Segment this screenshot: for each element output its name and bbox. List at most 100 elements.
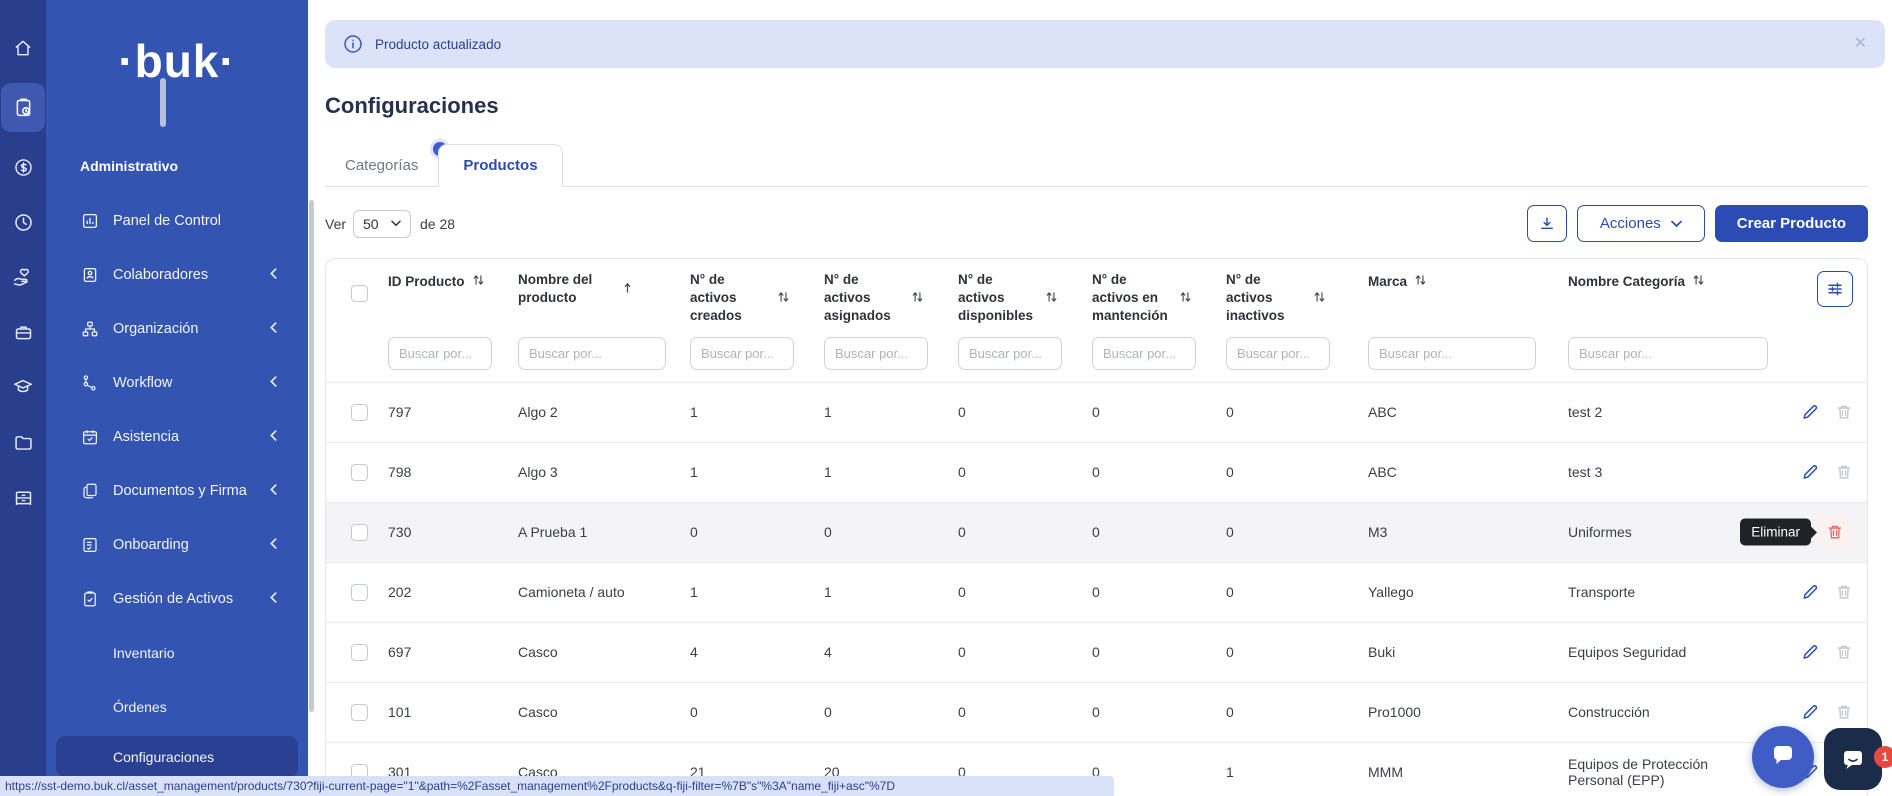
sidebar-item-documentos-y-firma[interactable]: Documentos y Firma <box>46 464 308 518</box>
sidebar-item-onboarding[interactable]: Onboarding <box>46 518 308 572</box>
sort-icon[interactable] <box>1313 290 1326 309</box>
cell-asignados: 0 <box>824 704 958 720</box>
tab-productos[interactable]: Productos <box>438 144 562 187</box>
sidebar-item-asistencia[interactable]: Asistencia <box>46 410 308 464</box>
cell-asignados: 1 <box>824 464 958 480</box>
column-label: N° de activos asignados <box>824 271 904 326</box>
clipboard-clock-icon[interactable] <box>1 83 45 132</box>
total-count-label: de 28 <box>420 216 455 232</box>
column-header-creados: N° de activos creados <box>690 271 824 326</box>
sort-icon[interactable] <box>472 273 485 292</box>
edit-button[interactable] <box>1801 463 1819 481</box>
search-input-id[interactable] <box>388 337 492 370</box>
row-checkbox[interactable] <box>351 704 368 721</box>
table-row: 797Algo 211000ABCtest 2 <box>326 382 1867 442</box>
sidebar-subitem-inventario[interactable]: Inventario <box>46 626 308 680</box>
search-input-categoria[interactable] <box>1568 337 1768 370</box>
delete-button[interactable] <box>1835 703 1853 721</box>
delete-button[interactable] <box>1835 583 1853 601</box>
delete-button[interactable] <box>1835 463 1853 481</box>
clock-icon[interactable] <box>1 202 45 242</box>
sort-icon[interactable] <box>1414 273 1427 292</box>
table-row: 730A Prueba 100000M3UniformesEliminar <box>326 502 1867 562</box>
delete-button[interactable] <box>1835 403 1853 421</box>
edit-button[interactable] <box>1801 643 1819 661</box>
trash-icon <box>1835 643 1853 661</box>
edit-button[interactable] <box>1801 583 1819 601</box>
cell-inactivos: 0 <box>1226 524 1368 540</box>
close-icon[interactable]: ✕ <box>1854 36 1867 52</box>
crear-producto-button[interactable]: Crear Producto <box>1715 205 1868 242</box>
dollar-icon[interactable] <box>1 147 45 187</box>
search-input-disponibles[interactable] <box>958 337 1062 370</box>
row-checkbox[interactable] <box>351 644 368 661</box>
chevron-left-icon <box>269 591 278 607</box>
sidebar-item-gestion-de-activos[interactable]: Gestión de Activos <box>46 572 308 626</box>
sort-icon[interactable] <box>1045 290 1058 309</box>
chevron-left-icon <box>269 321 278 337</box>
sidebar: ·buk· Administrativo Panel de Control Co… <box>46 0 308 796</box>
dashboard-icon <box>80 212 100 230</box>
sidebar-item-colaboradores[interactable]: Colaboradores <box>46 248 308 302</box>
sidebar-subitem-ordenes[interactable]: Órdenes <box>46 680 308 734</box>
download-button[interactable] <box>1527 205 1567 242</box>
hand-heart-icon[interactable] <box>1 257 45 297</box>
sidebar-item-workflow[interactable]: Workflow <box>46 356 308 410</box>
search-input-asignados[interactable] <box>824 337 928 370</box>
cell-categoria: Construcción <box>1568 704 1755 720</box>
chat-bubble-button[interactable] <box>1752 726 1814 788</box>
search-input-inactivos[interactable] <box>1226 337 1330 370</box>
home-icon[interactable] <box>1 28 45 68</box>
search-input-creados[interactable] <box>690 337 794 370</box>
sidebar-scrollbar[interactable] <box>160 78 166 127</box>
acciones-label: Acciones <box>1600 215 1661 232</box>
cell-mantencion: 0 <box>1092 404 1226 420</box>
cell-marca: MMM <box>1368 764 1568 780</box>
edit-button[interactable] <box>1801 703 1819 721</box>
content-scrollbar[interactable] <box>309 200 314 712</box>
sort-icon[interactable] <box>777 290 790 309</box>
column-settings-button[interactable] <box>1817 271 1853 307</box>
sidebar-item-panel-de-control[interactable]: Panel de Control <box>46 194 308 248</box>
page-size-select[interactable]: 50 <box>353 210 411 238</box>
cell-asignados: 0 <box>824 524 958 540</box>
edit-button[interactable] <box>1801 403 1819 421</box>
search-input-nombre[interactable] <box>518 337 666 370</box>
search-input-mantencion[interactable] <box>1092 337 1196 370</box>
sidebar-subitem-label: Órdenes <box>113 699 167 715</box>
folder-icon[interactable] <box>1 422 45 462</box>
chevron-left-icon <box>269 375 278 391</box>
crear-producto-label: Crear Producto <box>1737 215 1846 232</box>
delete-button[interactable] <box>1835 643 1853 661</box>
status-url: https://sst-demo.buk.cl/asset_management… <box>5 779 895 793</box>
acciones-button[interactable]: Acciones <box>1577 205 1705 242</box>
row-checkbox[interactable] <box>351 584 368 601</box>
search-input-marca[interactable] <box>1368 337 1536 370</box>
sort-asc-icon[interactable] <box>621 281 634 300</box>
sliders-icon <box>1826 280 1844 298</box>
cell-mantencion: 0 <box>1092 524 1226 540</box>
sidebar-subitem-configuraciones[interactable]: Configuraciones <box>56 736 298 777</box>
cell-inactivos: 0 <box>1226 644 1368 660</box>
sort-icon[interactable] <box>1179 290 1192 309</box>
row-checkbox[interactable] <box>351 404 368 421</box>
cell-categoria: Transporte <box>1568 584 1755 600</box>
briefcase-icon[interactable] <box>1 312 45 352</box>
cell-nombre: Algo 3 <box>518 464 690 480</box>
sort-icon[interactable] <box>1692 273 1705 292</box>
trash-icon <box>1826 523 1844 541</box>
delete-button[interactable] <box>1817 514 1853 550</box>
row-checkbox[interactable] <box>351 464 368 481</box>
tab-categorias[interactable]: Categorías <box>325 145 438 186</box>
sidebar-item-organizacion[interactable]: Organización <box>46 302 308 356</box>
archive-icon[interactable] <box>1 477 45 517</box>
row-checkbox[interactable] <box>351 524 368 541</box>
cell-nombre: Algo 2 <box>518 404 690 420</box>
cell-mantencion: 0 <box>1092 644 1226 660</box>
cell-nombre: Camioneta / auto <box>518 584 690 600</box>
sort-icon[interactable] <box>911 290 924 309</box>
graduation-icon[interactable] <box>1 367 45 407</box>
buk-logo: ·buk· <box>46 34 308 88</box>
table-search-row <box>326 326 1867 382</box>
select-all-checkbox[interactable] <box>351 285 368 302</box>
